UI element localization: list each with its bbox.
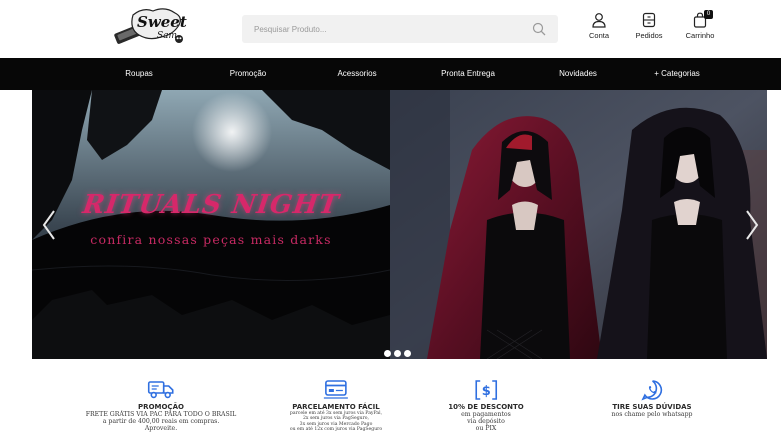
search-bar — [242, 15, 558, 43]
hero-subtitle: confira nossas peças mais darks — [90, 232, 332, 247]
store-logo[interactable]: Sweet Sam — [113, 5, 191, 47]
feature-line: a partir de 400,00 reais em compras. — [102, 418, 220, 425]
discount-icon: $ — [475, 380, 497, 400]
main-navigation: Roupas Promoção Acessorios Pronta Entreg… — [0, 58, 781, 90]
feature-line: ou PIX — [475, 425, 497, 432]
feature-line: via depósito — [467, 418, 505, 425]
sweet-sam-logo-icon: Sweet Sam — [114, 8, 187, 44]
svg-text:Sam: Sam — [157, 31, 177, 41]
hero-banner-image — [32, 90, 767, 359]
search-icon[interactable] — [532, 22, 546, 36]
feature-promotion: PROMOÇÃO FRETE GRÁTIS VIA PAC PARA TODO … — [85, 379, 237, 432]
svg-text:Sweet: Sweet — [137, 13, 187, 31]
slider-dot-2[interactable] — [394, 350, 401, 357]
chevron-left-icon[interactable] — [40, 208, 58, 242]
slider-dots — [384, 344, 414, 357]
feature-discount: $ 10% DE DESCONTO em pagamentos via depó… — [448, 379, 524, 432]
feature-line: ou em até 12x com juros via PagSeguro — [289, 427, 383, 433]
whatsapp-icon — [640, 380, 662, 401]
nav-item-more-categories[interactable]: + Categorias — [654, 58, 700, 90]
truck-icon — [148, 381, 174, 399]
slider-dot-1[interactable] — [384, 350, 391, 357]
feature-title: PARCELAMENTO FÁCIL — [292, 403, 380, 411]
feature-line: em pagamentos — [461, 411, 511, 418]
svg-text:$: $ — [481, 384, 490, 399]
slider-dot-3[interactable] — [404, 350, 411, 357]
orders-label: Pedidos — [635, 31, 663, 40]
orders-icon — [642, 12, 656, 28]
hero-banner[interactable]: RITUALS NIGHT confira nossas peças mais … — [32, 90, 767, 359]
site-header: Sweet Sam Conta Pedidos — [0, 0, 781, 57]
cart-label: Carrinho — [685, 31, 715, 40]
chevron-right-icon[interactable] — [743, 208, 761, 242]
user-icon — [592, 13, 606, 28]
nav-item-promocao[interactable]: Promoção — [230, 58, 266, 90]
feature-title: 10% DE DESCONTO — [448, 403, 524, 411]
feature-installments: PARCELAMENTO FÁCIL parcele em até 3x sem… — [290, 379, 382, 433]
feature-title: PROMOÇÃO — [138, 403, 184, 411]
nav-item-acessorios[interactable]: Acessorios — [337, 58, 376, 90]
feature-title: TIRE SUAS DÚVIDAS — [612, 403, 692, 411]
hero-title: RITUALS NIGHT — [80, 190, 342, 220]
account-label: Conta — [588, 31, 609, 40]
feature-whatsapp[interactable]: TIRE SUAS DÚVIDAS nos chame pelo whatsap… — [611, 379, 693, 418]
nav-item-pronta-entrega[interactable]: Pronta Entrega — [441, 58, 495, 90]
feature-line: nos chame pelo whatsapp — [611, 411, 693, 418]
nav-item-roupas[interactable]: Roupas — [125, 58, 153, 90]
nav-item-novidades[interactable]: Novidades — [559, 58, 597, 90]
cart-button[interactable]: 0 Carrinho — [676, 10, 724, 46]
features-strip: PROMOÇÃO FRETE GRÁTIS VIA PAC PARA TODO … — [0, 379, 781, 445]
feature-line: FRETE GRÁTIS VIA PAC PARA TODO O BRASIL — [85, 411, 237, 418]
cart-count-badge: 0 — [704, 10, 713, 19]
credit-card-icon — [324, 380, 348, 399]
orders-button[interactable]: Pedidos — [625, 12, 673, 46]
feature-line: Aproveite. — [144, 425, 178, 432]
search-input[interactable] — [254, 15, 514, 43]
account-button[interactable]: Conta — [575, 12, 623, 46]
